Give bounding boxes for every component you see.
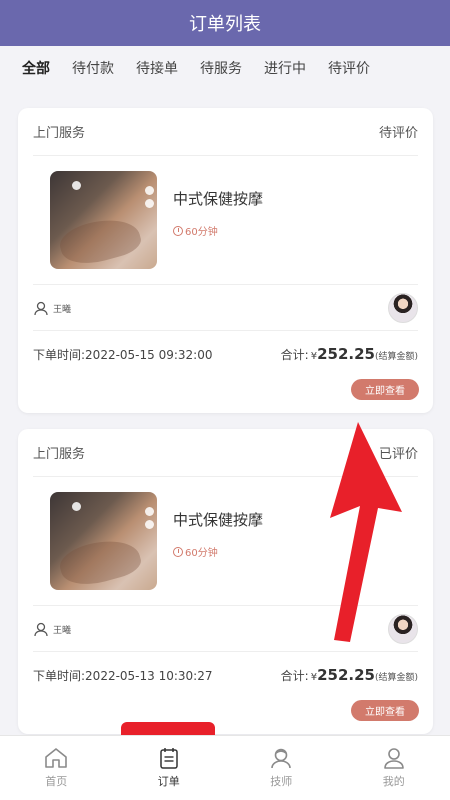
clock-icon xyxy=(173,546,183,557)
profile-icon xyxy=(383,748,404,769)
service-duration: 60分钟 xyxy=(173,544,218,559)
technician-name: 王曦 xyxy=(53,304,72,315)
technician-icon xyxy=(34,301,48,316)
tab-pending-accept[interactable]: 待接单 xyxy=(136,58,178,78)
order-time: 下单时间:2022-05-13 10:30:27 xyxy=(33,668,213,683)
tabbar-profile[interactable]: 我的 xyxy=(338,736,450,800)
order-status-tabs: 全部 待付款 待接单 待服务 进行中 待评价 xyxy=(0,46,450,90)
header-bar: 订单列表 xyxy=(0,0,450,46)
page-title: 订单列表 xyxy=(189,14,261,35)
duration-text: 60分钟 xyxy=(185,548,218,559)
home-icon xyxy=(45,748,68,768)
tab-pending-payment[interactable]: 待付款 xyxy=(72,58,114,78)
tabbar-technician[interactable]: 技师 xyxy=(225,736,338,800)
order-total: 合计: ¥ 252.25 (结算金额) xyxy=(281,666,418,684)
order-icon xyxy=(160,748,178,769)
tabbar-orders[interactable]: 订单 xyxy=(113,736,226,800)
annotation-arrow-icon xyxy=(330,422,402,642)
tabbar-home[interactable]: 首页 xyxy=(0,736,113,800)
view-order-button[interactable]: 立即查看 xyxy=(351,700,419,721)
tabbar-label: 订单 xyxy=(157,775,180,788)
tabbar-label: 我的 xyxy=(382,775,405,788)
amount-note: (结算金额) xyxy=(374,352,418,362)
technician-icon xyxy=(271,748,292,769)
total-amount: 252.25 xyxy=(317,666,375,684)
tab-pending-service[interactable]: 待服务 xyxy=(200,58,242,78)
tabbar-label: 首页 xyxy=(45,775,68,788)
technician-avatar[interactable] xyxy=(388,293,418,323)
service-name: 中式保健按摩 xyxy=(173,190,264,208)
order-total: 合计: ¥ 252.25 (结算金额) xyxy=(281,345,418,363)
bottom-tab-bar: 首页 订单 技师 我的 xyxy=(0,735,450,800)
total-label: 合计: xyxy=(280,348,309,362)
technician-row: 王曦 xyxy=(33,290,418,326)
service-image xyxy=(50,492,157,590)
service-image xyxy=(50,171,157,269)
order-status: 待评价 xyxy=(378,126,418,141)
tab-in-progress[interactable]: 进行中 xyxy=(264,58,306,78)
service-name: 中式保健按摩 xyxy=(173,511,264,529)
view-order-button[interactable]: 立即查看 xyxy=(351,379,419,400)
total-label: 合计: xyxy=(280,669,309,683)
tab-pending-review[interactable]: 待评价 xyxy=(328,58,370,78)
order-card-header: 上门服务 待评价 xyxy=(33,108,418,156)
technician-icon xyxy=(34,622,48,637)
service-category: 上门服务 xyxy=(33,447,86,462)
amount-note: (结算金额) xyxy=(374,673,418,683)
order-card[interactable]: 上门服务 待评价 中式保健按摩 60分钟 王曦 下单时间:2022-05-15 … xyxy=(18,108,433,413)
tab-all[interactable]: 全部 xyxy=(22,58,50,78)
total-amount: 252.25 xyxy=(317,345,375,363)
service-duration: 60分钟 xyxy=(173,223,218,238)
duration-text: 60分钟 xyxy=(185,227,218,238)
technician-name: 王曦 xyxy=(53,625,72,636)
clock-icon xyxy=(173,225,183,236)
tabbar-label: 技师 xyxy=(270,775,293,788)
order-summary-row: 下单时间:2022-05-15 09:32:00 合计: ¥ 252.25 (结… xyxy=(33,340,418,368)
service-category: 上门服务 xyxy=(33,126,86,141)
order-time: 下单时间:2022-05-15 09:32:00 xyxy=(33,347,213,362)
order-summary-row: 下单时间:2022-05-13 10:30:27 合计: ¥ 252.25 (结… xyxy=(33,661,418,689)
